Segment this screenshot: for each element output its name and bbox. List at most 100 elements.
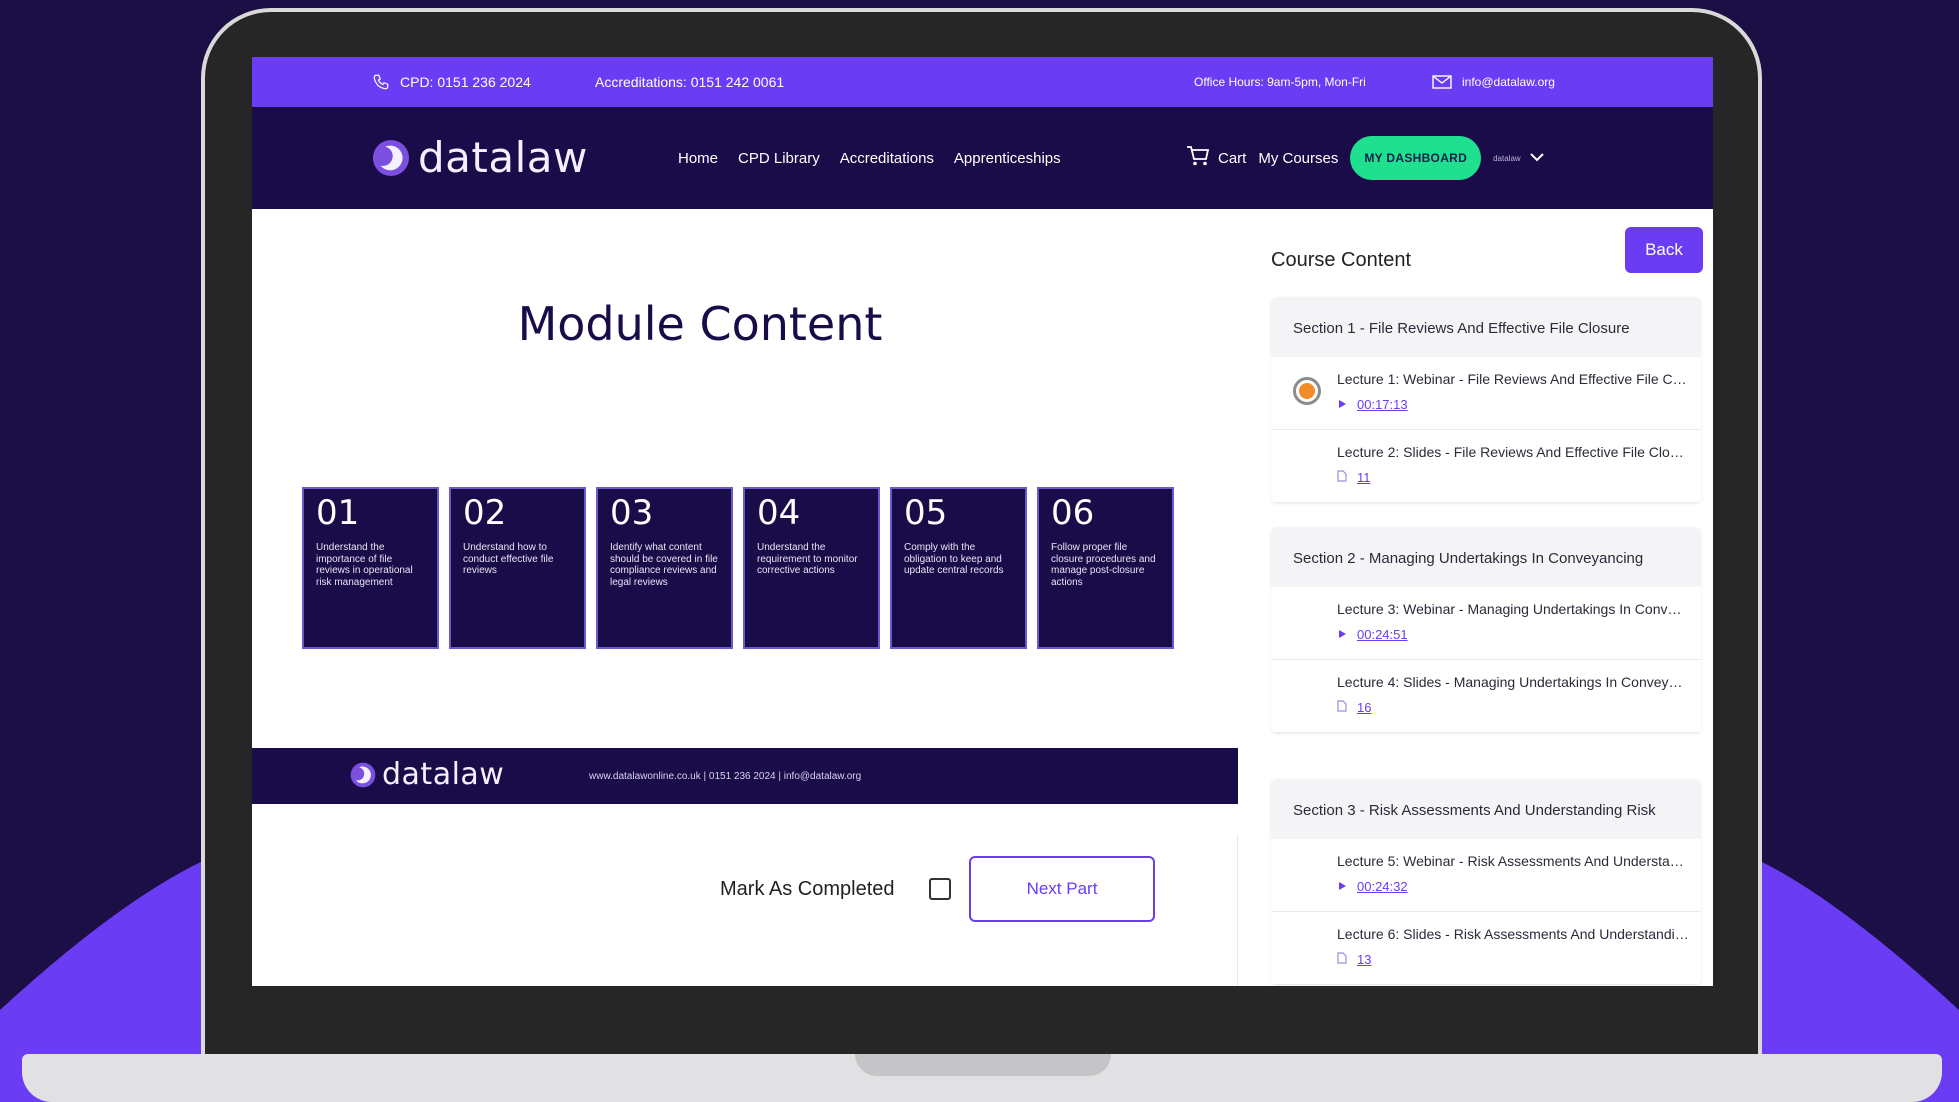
objective-number: 02	[463, 493, 507, 533]
lecture-item[interactable]: Lecture 5: Webinar - Risk Assessments An…	[1271, 838, 1701, 912]
lecture-page-count[interactable]: 13	[1357, 952, 1371, 967]
lesson-controls: Mark As Completed Next Part	[252, 854, 1238, 934]
lecture-title: Lecture 4: Slides - Managing Undertaking…	[1337, 673, 1689, 690]
objective-box: 06 Follow proper file closure procedures…	[1037, 487, 1174, 649]
course-section: Section 1 - File Reviews And Effective F…	[1271, 297, 1701, 503]
course-content-sidebar: Course Content Back Section 1 - File Rev…	[1239, 209, 1713, 986]
lecture-meta: 00:24:51	[1337, 627, 1408, 642]
section-title[interactable]: Section 2 - Managing Undertakings In Con…	[1271, 527, 1701, 587]
contact-email[interactable]: info@datalaw.org	[1432, 57, 1555, 107]
nav-right: Cart My Courses MY DASHBOARD datalaw	[1186, 107, 1545, 209]
mark-completed-label: Mark As Completed	[720, 877, 895, 900]
objective-text: Understand the importance of file review…	[316, 542, 413, 588]
lecture-meta: 00:17:13	[1337, 397, 1408, 412]
lecture-title: Lecture 2: Slides - File Reviews And Eff…	[1337, 443, 1689, 460]
lesson-content: Module Content 01 Understand the importa…	[252, 209, 1238, 986]
objective-box: 01 Understand the importance of file rev…	[302, 487, 439, 649]
logo-mark-icon	[350, 762, 376, 788]
objective-number: 06	[1051, 493, 1095, 533]
in-progress-icon	[1293, 376, 1321, 405]
back-button[interactable]: Back	[1625, 227, 1703, 273]
slide-footer: datalaw www.datalawonline.co.uk | 0151 2…	[252, 748, 1238, 804]
objective-text: Understand how to conduct effective file…	[463, 542, 554, 577]
lecture-meta: 00:24:32	[1337, 879, 1408, 894]
lecture-meta: 13	[1337, 952, 1371, 967]
course-section: Section 2 - Managing Undertakings In Con…	[1271, 527, 1701, 733]
nav-links: Home CPD Library Accreditations Apprenti…	[678, 107, 1061, 209]
user-name: datalaw	[1493, 153, 1521, 163]
lecture-duration[interactable]: 00:24:51	[1357, 627, 1408, 642]
mark-completed-checkbox[interactable]	[929, 878, 951, 900]
objective-number: 05	[904, 493, 948, 533]
cart-label: Cart	[1218, 149, 1247, 167]
play-icon	[1337, 397, 1347, 412]
nav-link-cpd-library[interactable]: CPD Library	[738, 150, 820, 167]
lecture-title: Lecture 5: Webinar - Risk Assessments An…	[1337, 852, 1689, 869]
objective-box: 05 Comply with the obligation to keep an…	[890, 487, 1027, 649]
document-icon	[1337, 469, 1347, 485]
accreditations-phone[interactable]: Accreditations: 0151 242 0061	[595, 57, 784, 107]
objective-number: 03	[610, 493, 654, 533]
lecture-item[interactable]: Lecture 2: Slides - File Reviews And Eff…	[1271, 429, 1701, 503]
lecture-page-count[interactable]: 16	[1357, 700, 1371, 715]
objective-text: Comply with the obligation to keep and u…	[904, 542, 1004, 577]
cpd-phone[interactable]: CPD: 0151 236 2024	[372, 57, 531, 107]
chevron-down-icon	[1529, 152, 1545, 164]
lecture-item[interactable]: Lecture 1: Webinar - File Reviews And Ef…	[1271, 356, 1701, 430]
lecture-meta: 16	[1337, 700, 1371, 715]
site-logo[interactable]: datalaw	[372, 137, 588, 179]
lecture-title: Lecture 1: Webinar - File Reviews And Ef…	[1337, 370, 1689, 387]
top-contact-bar: CPD: 0151 236 2024 Accreditations: 0151 …	[252, 57, 1713, 107]
laptop-notch	[855, 1054, 1111, 1076]
objective-number: 01	[316, 493, 360, 533]
objective-box: 04 Understand the requirement to monitor…	[743, 487, 880, 649]
lecture-meta: 11	[1337, 470, 1371, 485]
my-dashboard-button[interactable]: MY DASHBOARD	[1350, 136, 1482, 180]
lecture-title: Lecture 3: Webinar - Managing Undertakin…	[1337, 600, 1689, 617]
lecture-item[interactable]: Lecture 4: Slides - Managing Undertaking…	[1271, 659, 1701, 733]
office-hours-text: Office Hours: 9am-5pm, Mon-Fri	[1194, 75, 1366, 89]
slide-title: Module Content	[517, 297, 883, 351]
logo-text: datalaw	[418, 133, 588, 182]
objective-number: 04	[757, 493, 801, 533]
objective-text: Identify what content should be covered …	[610, 542, 718, 588]
lecture-title: Lecture 6: Slides - Risk Assessments And…	[1337, 925, 1689, 942]
play-icon	[1337, 879, 1347, 894]
mail-icon	[1432, 75, 1452, 89]
cpd-phone-text: CPD: 0151 236 2024	[400, 74, 531, 90]
slide-viewer: Module Content 01 Understand the importa…	[252, 209, 1238, 834]
document-icon	[1337, 951, 1347, 967]
logo-mark-icon	[372, 139, 410, 177]
objective-text: Understand the requirement to monitor co…	[757, 542, 858, 577]
nav-link-apprenticeships[interactable]: Apprenticeships	[954, 150, 1061, 167]
play-icon	[1337, 627, 1347, 642]
slide-footer-logo: datalaw	[350, 760, 504, 790]
nav-link-accreditations[interactable]: Accreditations	[840, 150, 934, 167]
document-icon	[1337, 699, 1347, 715]
lecture-duration[interactable]: 00:24:32	[1357, 879, 1408, 894]
objective-box: 03 Identify what content should be cover…	[596, 487, 733, 649]
accreditations-phone-text: Accreditations: 0151 242 0061	[595, 74, 785, 90]
nav-link-home[interactable]: Home	[678, 150, 718, 167]
phone-icon	[372, 73, 390, 91]
office-hours: Office Hours: 9am-5pm, Mon-Fri	[1194, 57, 1366, 107]
objective-box: 02 Understand how to conduct effective f…	[449, 487, 586, 649]
next-part-button[interactable]: Next Part	[969, 856, 1155, 922]
objective-text: Follow proper file closure procedures an…	[1051, 542, 1156, 588]
course-section: Section 3 - Risk Assessments And Underst…	[1271, 779, 1701, 985]
main-navbar: datalaw Home CPD Library Accreditations …	[252, 107, 1713, 209]
slide-footer-logo-text: datalaw	[382, 757, 505, 792]
lecture-page-count[interactable]: 11	[1357, 470, 1371, 485]
my-courses-link[interactable]: My Courses	[1258, 150, 1338, 167]
section-title[interactable]: Section 1 - File Reviews And Effective F…	[1271, 297, 1701, 357]
section-title[interactable]: Section 3 - Risk Assessments And Underst…	[1271, 779, 1701, 839]
cart-icon	[1186, 145, 1210, 171]
lecture-item[interactable]: Lecture 3: Webinar - Managing Undertakin…	[1271, 586, 1701, 660]
objective-boxes: 01 Understand the importance of file rev…	[302, 487, 1174, 649]
user-menu[interactable]: datalaw	[1493, 152, 1545, 164]
lecture-duration[interactable]: 00:17:13	[1357, 397, 1408, 412]
cart-link[interactable]: Cart	[1186, 145, 1246, 171]
lecture-item[interactable]: Lecture 6: Slides - Risk Assessments And…	[1271, 911, 1701, 985]
contact-email-text: info@datalaw.org	[1462, 75, 1555, 89]
course-content-title: Course Content	[1271, 249, 1412, 271]
